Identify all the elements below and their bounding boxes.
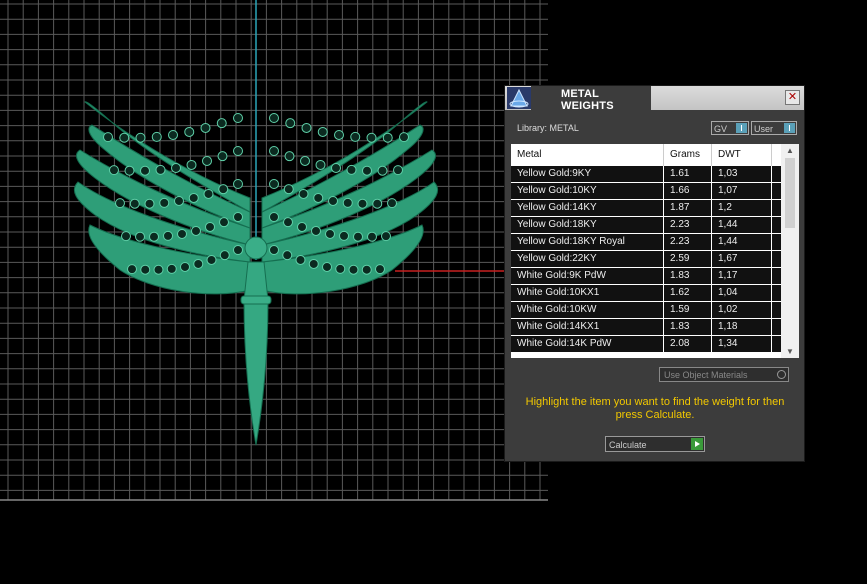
panel-titlebar[interactable]: METAL WEIGHTS ✕ [505, 86, 804, 112]
panel-title: METAL WEIGHTS [561, 88, 614, 112]
cell-metal: Yellow Gold:18KY Royal [511, 234, 664, 250]
cell-grams: 1.61 [664, 166, 712, 182]
right-wing [261, 101, 439, 295]
user-switch-icon [784, 123, 795, 133]
cell-dwt: 1,18 [712, 319, 772, 335]
calculate-label: Calculate [609, 440, 647, 450]
cell-metal: White Gold:14KX1 [511, 319, 664, 335]
cell-metal: Yellow Gold:10KY [511, 183, 664, 199]
cell-grams: 1.87 [664, 200, 712, 216]
radio-icon[interactable] [777, 370, 786, 379]
cell-dwt: 1,02 [712, 302, 772, 318]
instruction-text: Highlight the item you want to find the … [525, 396, 785, 421]
gv-switch-icon [736, 123, 747, 133]
cell-metal: Yellow Gold:22KY [511, 251, 664, 267]
user-toggle[interactable]: User [751, 121, 797, 135]
table-row[interactable]: White Gold:10KX1 1.62 1,04 [511, 285, 781, 302]
scroll-down-icon[interactable]: ▼ [786, 347, 794, 356]
cell-dwt: 1,67 [712, 251, 772, 267]
3d-viewport[interactable] [0, 0, 548, 584]
table-header: Metal Grams DWT [511, 144, 781, 166]
cell-grams: 1.59 [664, 302, 712, 318]
cell-metal: White Gold:9K PdW [511, 268, 664, 284]
cell-dwt: 1,17 [712, 268, 772, 284]
cell-metal: Yellow Gold:14KY [511, 200, 664, 216]
user-label: User [754, 124, 774, 134]
left-wing [73, 101, 251, 295]
use-object-materials-label: Use Object Materials [664, 370, 748, 380]
cell-grams: 1.83 [664, 268, 712, 284]
cell-metal: White Gold:10KX1 [511, 285, 664, 301]
scroll-up-icon[interactable]: ▲ [786, 146, 794, 155]
gv-toggle[interactable]: GV [711, 121, 749, 135]
cell-dwt: 1,03 [712, 166, 772, 182]
cell-dwt: 1,44 [712, 217, 772, 233]
table-scrollbar[interactable]: ▲ ▼ [781, 144, 799, 358]
scroll-thumb[interactable] [785, 158, 795, 228]
table-row[interactable]: Yellow Gold:9KY 1.61 1,03 [511, 166, 781, 183]
gv-label: GV [714, 124, 728, 134]
calculate-go-icon[interactable] [691, 438, 703, 450]
library-label: Library: METAL [517, 123, 579, 133]
metal-weights-table: Metal Grams DWT Yellow Gold:9KY 1.61 1,03 Y… [511, 144, 799, 358]
column-header-dwt[interactable]: DWT [712, 144, 772, 166]
calculate-button[interactable]: Calculate [605, 436, 705, 452]
cell-dwt: 1,04 [712, 285, 772, 301]
title-tab: METAL WEIGHTS [531, 86, 651, 112]
cell-grams: 2.59 [664, 251, 712, 267]
cell-dwt: 1,07 [712, 183, 772, 199]
cell-metal: White Gold:10KW [511, 302, 664, 318]
cell-dwt: 1,2 [712, 200, 772, 216]
table-row[interactable]: Yellow Gold:14KY 1.87 1,2 [511, 200, 781, 217]
pendant-head [244, 236, 268, 260]
cell-grams: 2.23 [664, 217, 712, 233]
cell-metal: White Gold:14K PdW [511, 336, 664, 352]
column-header-metal[interactable]: Metal [511, 144, 664, 166]
viewport-grid [0, 0, 548, 501]
table-row[interactable]: White Gold:9K PdW 1.83 1,17 [511, 268, 781, 285]
table-row[interactable]: Yellow Gold:10KY 1.66 1,07 [511, 183, 781, 200]
cell-grams: 1.66 [664, 183, 712, 199]
cell-grams: 2.23 [664, 234, 712, 250]
pendant-body [243, 261, 269, 446]
metal-weights-panel: METAL WEIGHTS ✕ Library: METAL GV User M… [504, 85, 805, 462]
pendant-collar [240, 295, 272, 305]
cell-grams: 1.83 [664, 319, 712, 335]
table-body: Yellow Gold:9KY 1.61 1,03 Yellow Gold:10KY 1… [511, 166, 781, 353]
table-row[interactable]: White Gold:10KW 1.59 1,02 [511, 302, 781, 319]
table-row[interactable]: Yellow Gold:22KY 2.59 1,67 [511, 251, 781, 268]
cell-metal: Yellow Gold:9KY [511, 166, 664, 182]
table-row[interactable]: White Gold:14KX1 1.83 1,18 [511, 319, 781, 336]
close-icon[interactable]: ✕ [785, 90, 800, 105]
cell-dwt: 1,44 [712, 234, 772, 250]
cell-grams: 2.08 [664, 336, 712, 352]
app-logo-icon [507, 87, 531, 109]
cell-grams: 1.62 [664, 285, 712, 301]
table-row[interactable]: Yellow Gold:18KY 2.23 1,44 [511, 217, 781, 234]
use-object-materials-option[interactable]: Use Object Materials [659, 367, 789, 382]
column-header-grams[interactable]: Grams [664, 144, 712, 166]
cell-dwt: 1,34 [712, 336, 772, 352]
table-row[interactable]: Yellow Gold:18KY Royal 2.23 1,44 [511, 234, 781, 251]
cell-metal: Yellow Gold:18KY [511, 217, 664, 233]
table-row[interactable]: White Gold:14K PdW 2.08 1,34 [511, 336, 781, 353]
